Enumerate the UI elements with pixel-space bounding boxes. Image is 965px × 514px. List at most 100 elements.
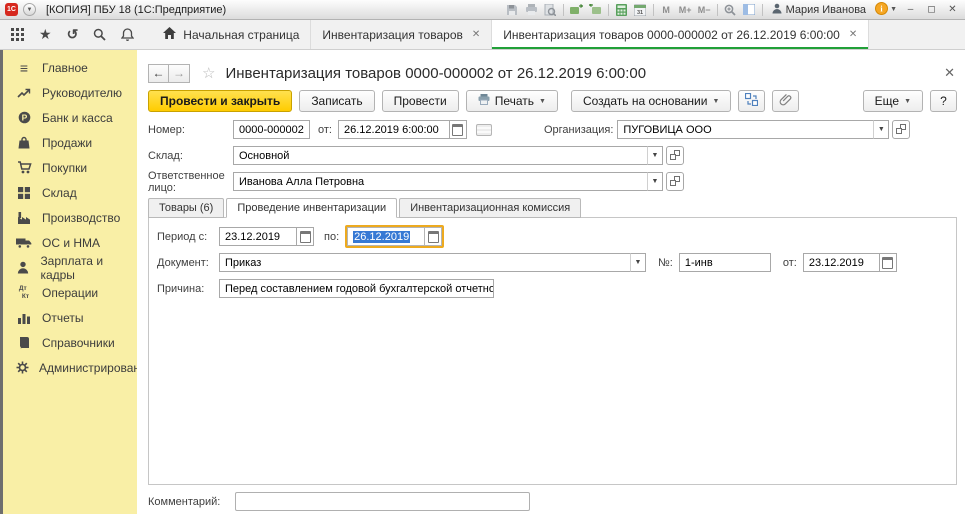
post-button[interactable]: Провести: [382, 90, 459, 112]
more-button[interactable]: Еще ▼: [863, 90, 923, 112]
tab-home[interactable]: Начальная страница: [152, 20, 311, 49]
write-button[interactable]: Записать: [299, 90, 374, 112]
number-label: Номер:: [148, 124, 233, 136]
tab-carrying-out[interactable]: Проведение инвентаризации: [226, 198, 397, 218]
close-form-icon[interactable]: ✕: [944, 65, 955, 81]
tab-label: Начальная страница: [183, 28, 299, 42]
date-calendar-button[interactable]: [449, 120, 467, 139]
responsible-field[interactable]: Иванова Алла Петровна: [233, 172, 648, 191]
reason-label: Причина:: [157, 283, 219, 295]
button-label: Еще: [875, 94, 899, 108]
close-window-button[interactable]: ✕: [945, 3, 960, 17]
favorite-star-icon[interactable]: ☆: [202, 64, 215, 82]
help-button[interactable]: ?: [930, 90, 957, 112]
memory-button[interactable]: M: [660, 3, 673, 17]
document-structure-button[interactable]: [738, 90, 765, 112]
sidebar-item-administration[interactable]: Администрирование: [3, 355, 137, 380]
memory-plus-button[interactable]: M+: [679, 3, 692, 17]
save-icon[interactable]: [506, 3, 519, 17]
sidebar-item-purchases[interactable]: Покупки: [3, 155, 137, 180]
comment-field[interactable]: [235, 492, 530, 511]
sidebar-item-salary-hr[interactable]: Зарплата и кадры: [3, 255, 137, 280]
tab-commission[interactable]: Инвентаризационная комиссия: [399, 198, 581, 218]
gear-icon: [16, 361, 29, 374]
maximize-button[interactable]: ◻: [924, 3, 939, 17]
warehouse-open-button[interactable]: [666, 146, 684, 165]
system-menu-button[interactable]: ▼: [23, 3, 36, 16]
sidebar-item-directories[interactable]: Справочники: [3, 330, 137, 355]
back-button[interactable]: ←: [148, 64, 169, 83]
document-dropdown-button[interactable]: ▼: [630, 253, 646, 272]
organization-dropdown-button[interactable]: ▼: [873, 120, 889, 139]
tab-inventory-document[interactable]: Инвентаризация товаров 0000-000002 от 26…: [492, 20, 869, 49]
ruble-icon: P: [16, 111, 32, 124]
columns-icon[interactable]: [743, 3, 756, 17]
sidebar-item-main[interactable]: ≡Главное: [3, 55, 137, 80]
print-menu-button[interactable]: Печать ▼: [466, 90, 558, 112]
get-link-icon[interactable]: [570, 3, 583, 17]
calendar-icon[interactable]: 31: [634, 3, 647, 17]
reason-field[interactable]: Перед составлением годовой бухгалтерской…: [219, 279, 494, 298]
close-tab-icon[interactable]: ✕: [472, 29, 480, 40]
responsible-open-button[interactable]: [666, 172, 684, 191]
sidebar-item-reports[interactable]: Отчеты: [3, 305, 137, 330]
bag-icon: [16, 136, 32, 149]
period-to-calendar-button[interactable]: [424, 227, 442, 246]
print-preview-icon[interactable]: [544, 3, 557, 17]
period-from-calendar-button[interactable]: [296, 227, 314, 246]
app-menu-icon[interactable]: [11, 28, 24, 41]
period-from-label: Период с:: [157, 231, 219, 243]
attachments-button[interactable]: [772, 90, 799, 112]
sidebar-item-operations[interactable]: ДтКтОперации: [3, 280, 137, 305]
post-and-close-button[interactable]: Провести и закрыть: [148, 90, 292, 112]
doc-date-label: от:: [783, 257, 797, 269]
organization-field[interactable]: ПУГОВИЦА ООО: [617, 120, 874, 139]
doc-date-calendar-button[interactable]: [879, 253, 897, 272]
date-field[interactable]: 26.12.2019 6:00:00: [338, 120, 450, 139]
doc-number-field[interactable]: 1-инв: [679, 253, 771, 272]
chevron-down-icon: ▼: [539, 98, 546, 105]
current-user-button[interactable]: Мария Иванова: [769, 3, 869, 17]
calculator-icon[interactable]: [615, 3, 628, 17]
memory-minus-button[interactable]: M−: [698, 3, 711, 17]
minimize-button[interactable]: –: [903, 3, 918, 17]
doc-number-label: №:: [658, 257, 673, 269]
svg-text:P: P: [21, 113, 27, 123]
period-to-field[interactable]: 26.12.2019: [347, 227, 425, 246]
calendar-icon: [882, 257, 893, 269]
warehouse-dropdown-button[interactable]: ▼: [647, 146, 663, 165]
favorites-icon[interactable]: ★: [39, 26, 52, 43]
document-field[interactable]: Приказ: [219, 253, 631, 272]
schedule-icon[interactable]: [476, 124, 492, 136]
carrying-out-panel: Период с: 23.12.2019 по: 26.12.2019 Доку…: [148, 217, 957, 485]
notifications-bell-icon[interactable]: [121, 28, 134, 41]
warehouse-field[interactable]: Основной: [233, 146, 648, 165]
sidebar-item-manager[interactable]: Руководителю: [3, 80, 137, 105]
doc-date-field[interactable]: 23.12.2019: [803, 253, 880, 272]
sidebar-item-fixed-assets[interactable]: ОС и НМА: [3, 230, 137, 255]
zoom-icon[interactable]: [724, 3, 737, 17]
sidebar-item-sales[interactable]: Продажи: [3, 130, 137, 155]
paperclip-icon: [779, 93, 792, 109]
tab-inventory-list[interactable]: Инвентаризация товаров ✕: [311, 20, 492, 49]
print-icon[interactable]: [525, 3, 538, 17]
history-icon[interactable]: ↺: [67, 26, 79, 43]
sidebar-item-production[interactable]: Производство: [3, 205, 137, 230]
close-tab-icon[interactable]: ✕: [849, 29, 857, 40]
number-field[interactable]: 0000-000002: [233, 120, 310, 139]
tab-goods[interactable]: Товары (6): [148, 198, 224, 218]
organization-open-button[interactable]: [892, 120, 910, 139]
sidebar-item-warehouse[interactable]: Склад: [3, 180, 137, 205]
window-title: [КОПИЯ] ПБУ 18 (1С:Предприятие): [46, 4, 226, 16]
create-on-basis-button[interactable]: Создать на основании ▼: [571, 90, 731, 112]
sidebar-item-label: Банк и касса: [42, 111, 113, 125]
info-button[interactable]: i ▼: [875, 2, 897, 18]
tab-label: Инвентаризация товаров 0000-000002 от 26…: [503, 28, 840, 42]
period-from-field[interactable]: 23.12.2019: [219, 227, 297, 246]
go-link-icon[interactable]: [589, 3, 602, 17]
chevron-down-icon: ▼: [904, 98, 911, 105]
responsible-dropdown-button[interactable]: ▼: [647, 172, 663, 191]
sidebar-item-bank-cash[interactable]: P Банк и касса: [3, 105, 137, 130]
forward-button[interactable]: →: [169, 64, 190, 83]
search-icon[interactable]: [93, 28, 106, 41]
